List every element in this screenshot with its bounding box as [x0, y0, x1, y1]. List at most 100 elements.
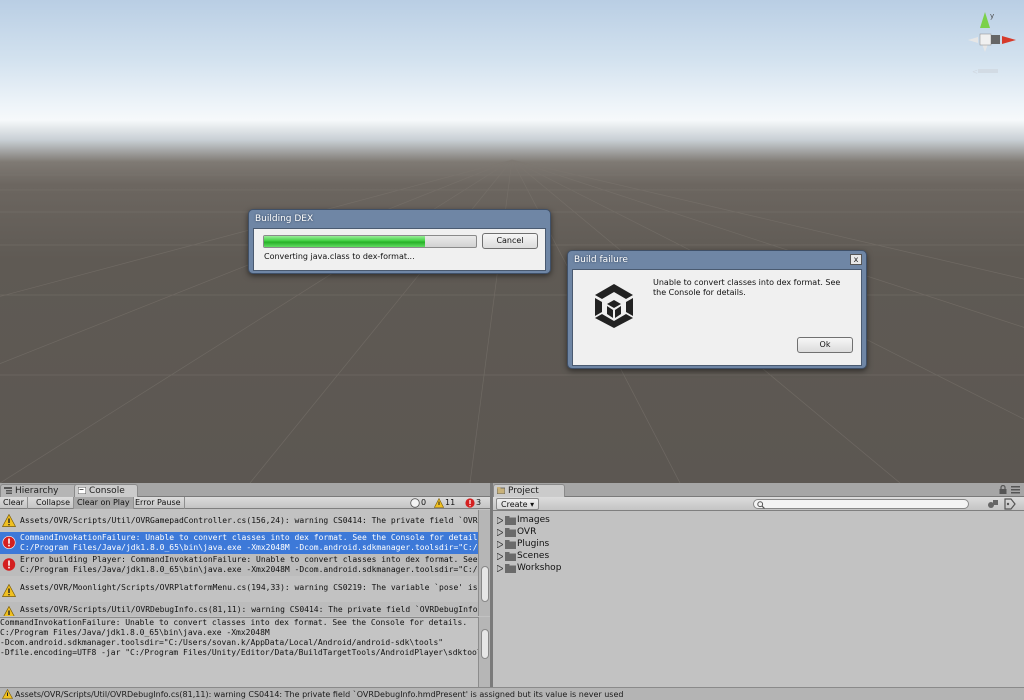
log-entry[interactable]: Assets/OVR/Moonlight/Scripts/OVRPlatform…: [0, 580, 478, 602]
warning-count: 11: [445, 498, 456, 507]
clear-button[interactable]: Clear: [0, 497, 28, 509]
folder-label: Workshop: [517, 563, 562, 573]
create-dropdown[interactable]: Create ▾: [496, 498, 540, 510]
console-log-list: Assets/OVR/Scripts/Util/OVRGamepadContro…: [0, 510, 478, 616]
error-icon: [465, 498, 475, 508]
svg-text:y: y: [990, 12, 994, 20]
error-icon: [2, 536, 16, 549]
warning-icon: [2, 584, 16, 597]
building-dex-dialog: Building DEX Cancel Converting java.clas…: [248, 209, 551, 274]
folder-item-workshop[interactable]: Workshop: [497, 562, 617, 574]
warning-icon: [3, 606, 15, 616]
log-scrollbar[interactable]: [478, 510, 490, 616]
expand-arrow-icon: [497, 529, 503, 536]
folder-icon: [505, 528, 516, 537]
bottom-panels: Hierarchy Console Clear Collapse Clear o…: [0, 483, 1024, 700]
tab-label: Console: [89, 486, 125, 496]
tab-label: Project: [508, 486, 539, 496]
project-search-input[interactable]: [753, 499, 969, 509]
ok-button[interactable]: Ok: [797, 337, 853, 353]
log-line: CommandInvokationFailure: Unable to conv…: [20, 533, 478, 542]
log-text: Assets/OVR/Moonlight/Scripts/OVRPlatform…: [20, 583, 478, 592]
log-text: Assets/OVR/Scripts/Util/OVRDebugInfo.cs(…: [20, 605, 478, 614]
detail-line: -Dcom.android.sdkmanager.toolsdir="C:/Us…: [0, 638, 444, 647]
log-entry[interactable]: Assets/OVR/Scripts/Util/OVRDebugInfo.cs(…: [0, 602, 478, 616]
progress-status: Converting java.class to dex-format...: [264, 252, 415, 261]
menu-icon[interactable]: [1011, 486, 1020, 494]
scene-gizmo[interactable]: y <: [964, 8, 1020, 78]
error-count-toggle[interactable]: 3: [465, 498, 481, 508]
folder-label: Images: [517, 515, 550, 525]
close-button[interactable]: x: [850, 254, 862, 265]
log-line: C:/Program Files/Java/jdk1.8.0_65\bin\ja…: [20, 565, 478, 574]
folder-icon: [505, 564, 516, 573]
dialog-title: Building DEX: [255, 214, 314, 224]
tab-label: Hierarchy: [15, 486, 59, 496]
detail-scrollbar[interactable]: [478, 617, 490, 687]
filter-by-type-icon[interactable]: [987, 498, 999, 510]
hierarchy-icon: [4, 487, 12, 494]
log-scrollbar-thumb[interactable]: [481, 566, 489, 602]
expand-arrow-icon: [497, 541, 503, 548]
cancel-button[interactable]: Cancel: [482, 233, 538, 249]
status-message: Assets/OVR/Scripts/Util/OVRDebugInfo.cs(…: [15, 690, 624, 699]
error-pause-toggle[interactable]: Error Pause: [132, 497, 185, 509]
info-count-toggle[interactable]: 0: [410, 498, 426, 508]
folder-label: OVR: [517, 527, 537, 537]
warning-icon: [2, 689, 13, 699]
collapse-button[interactable]: Collapse: [33, 497, 74, 509]
warning-count-toggle[interactable]: 11: [434, 498, 455, 508]
log-text: CommandInvokationFailure: Unable to conv…: [20, 533, 478, 553]
warning-icon: [2, 514, 16, 527]
log-entry-selected[interactable]: CommandInvokationFailure: Unable to conv…: [0, 532, 478, 554]
folder-item-plugins[interactable]: Plugins: [497, 538, 617, 550]
dropdown-arrow-icon: ▾: [530, 500, 535, 509]
clear-on-play-toggle[interactable]: Clear on Play: [74, 497, 134, 509]
detail-line: C:/Program Files/Java/jdk1.8.0_65\bin\ja…: [0, 628, 270, 637]
folder-label: Plugins: [517, 539, 550, 549]
folder-icon: [505, 516, 516, 525]
lock-icon[interactable]: [999, 485, 1007, 494]
svg-text:<: <: [972, 68, 978, 76]
log-text: Error building Player: CommandInvokation…: [20, 555, 478, 575]
error-count: 3: [476, 498, 482, 507]
info-icon: [410, 498, 420, 508]
info-count: 0: [421, 498, 427, 507]
detail-line: CommandInvokationFailure: Unable to conv…: [0, 618, 468, 627]
search-icon: [757, 501, 765, 509]
left-tabstrip: Hierarchy Console: [0, 483, 490, 497]
console-panel: Hierarchy Console Clear Collapse Clear o…: [0, 483, 490, 687]
log-line: C:/Program Files/Java/jdk1.8.0_65\bin\ja…: [20, 543, 478, 552]
project-toolbar: Create ▾: [493, 497, 1024, 511]
tab-console[interactable]: Console: [74, 484, 138, 497]
console-icon: [78, 487, 86, 494]
error-icon: [2, 558, 16, 571]
folder-item-images[interactable]: Images: [497, 514, 617, 526]
log-detail-pane[interactable]: CommandInvokationFailure: Unable to conv…: [0, 617, 478, 687]
console-toolbar: Clear Collapse Clear on Play Error Pause…: [0, 497, 490, 509]
warning-icon: [434, 498, 444, 508]
detail-scrollbar-thumb[interactable]: [481, 629, 489, 659]
folder-item-scenes[interactable]: Scenes: [497, 550, 617, 562]
dialog-title: Build failure: [574, 255, 628, 265]
status-bar[interactable]: Assets/OVR/Scripts/Util/OVRDebugInfo.cs(…: [0, 687, 1024, 700]
log-text: Assets/OVR/Scripts/Util/OVRGamepadContro…: [20, 516, 478, 525]
dialog-body: Unable to convert classes into dex forma…: [572, 269, 862, 366]
expand-arrow-icon: [497, 517, 503, 524]
log-entry[interactable]: Error building Player: CommandInvokation…: [0, 554, 478, 576]
right-tabstrip: Project: [493, 483, 1024, 497]
folder-icon: [505, 540, 516, 549]
expand-arrow-icon: [497, 565, 503, 572]
folder-item-ovr[interactable]: OVR: [497, 526, 617, 538]
expand-arrow-icon: [497, 553, 503, 560]
folder-icon: [505, 552, 516, 561]
project-panel: Project Create ▾ Images OVR Plugins Scen…: [493, 483, 1024, 687]
tab-project[interactable]: Project: [493, 484, 565, 497]
dialog-body: Cancel Converting java.class to dex-form…: [253, 228, 546, 271]
filter-by-label-icon[interactable]: [1004, 498, 1016, 510]
detail-line: -Dfile.encoding=UTF8 -jar "C:/Program Fi…: [0, 648, 478, 657]
progress-fill: [264, 236, 426, 247]
log-line: Error building Player: CommandInvokation…: [20, 555, 478, 564]
log-entry[interactable]: Assets/OVR/Scripts/Util/OVRGamepadContro…: [0, 510, 478, 532]
tab-hierarchy[interactable]: Hierarchy: [0, 484, 80, 497]
